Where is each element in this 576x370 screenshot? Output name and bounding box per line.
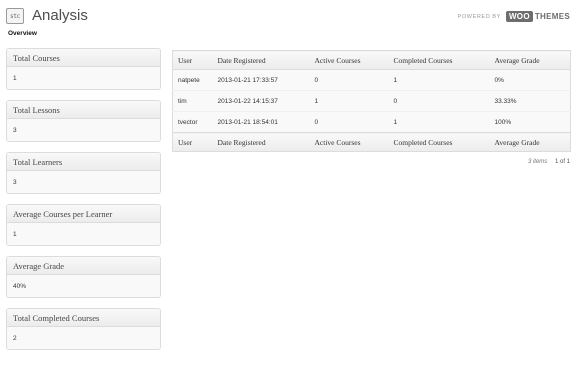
table-row: natpete 2013-01-21 17:33:57 0 1 0%: [172, 69, 571, 91]
column-header-average-grade[interactable]: Average Grade: [489, 50, 571, 70]
stats-column: Total Courses 1 Total Lessons 3 Total Le…: [6, 48, 161, 360]
stat-value: 3: [7, 171, 160, 193]
powered-by-label: POWERED BY: [457, 13, 501, 20]
overview-link[interactable]: Overview: [8, 30, 37, 37]
subnav: Overview: [8, 30, 37, 37]
stat-label: Average Grade: [7, 257, 160, 275]
cell-user[interactable]: natpete: [172, 69, 213, 91]
pagination: 3 items 1 of 1: [528, 159, 570, 165]
column-header-date-registered[interactable]: Date Registered: [212, 50, 310, 70]
column-footer-completed-courses[interactable]: Completed Courses: [388, 132, 490, 152]
cell-date-registered: 2013-01-22 14:15:37: [212, 90, 310, 112]
page-indicator: 1 of 1: [554, 159, 570, 165]
cell-average-grade: 0%: [489, 69, 571, 91]
cell-completed-courses: 1: [388, 69, 490, 91]
stat-value: 2: [7, 327, 160, 349]
stat-box-average-grade: Average Grade 40%: [6, 256, 161, 298]
cell-active-courses: 0: [309, 111, 389, 133]
table-row: tim 2013-01-22 14:15:37 1 0 33.33%: [172, 90, 571, 112]
cell-date-registered: 2013-01-21 18:54:01: [212, 111, 310, 133]
cell-active-courses: 1: [309, 90, 389, 112]
learners-table-container: User Date Registered Active Courses Comp…: [172, 50, 571, 152]
column-header-completed-courses[interactable]: Completed Courses: [388, 50, 490, 70]
learners-table: User Date Registered Active Courses Comp…: [172, 50, 571, 152]
cell-user[interactable]: tim: [172, 90, 213, 112]
stat-value: 1: [7, 223, 160, 245]
woo-logo-badge: WOO: [505, 11, 533, 22]
table-header-row: User Date Registered Active Courses Comp…: [172, 50, 571, 70]
column-footer-active-courses[interactable]: Active Courses: [309, 132, 389, 152]
themes-logo-text: THEMES: [534, 12, 570, 21]
table-footer-row: User Date Registered Active Courses Comp…: [172, 132, 571, 152]
stat-value: 3: [7, 119, 160, 141]
analysis-page-icon: stc: [6, 8, 24, 24]
cell-date-registered: 2013-01-21 17:33:57: [212, 69, 310, 91]
cell-active-courses: 0: [309, 69, 389, 91]
cell-completed-courses: 0: [388, 90, 490, 112]
cell-user[interactable]: tvector: [172, 111, 213, 133]
cell-average-grade: 100%: [489, 111, 571, 133]
stat-label: Total Learners: [7, 153, 160, 171]
table-row: tvector 2013-01-21 18:54:01 0 1 100%: [172, 111, 571, 133]
column-header-user[interactable]: User: [172, 50, 213, 70]
stat-value: 1: [7, 67, 160, 89]
cell-average-grade: 33.33%: [489, 90, 571, 112]
stat-label: Average Courses per Learner: [7, 205, 160, 223]
cell-completed-courses: 1: [388, 111, 490, 133]
column-footer-user[interactable]: User: [172, 132, 213, 152]
stat-label: Total Completed Courses: [7, 309, 160, 327]
stat-box-average-courses-per-learner: Average Courses per Learner 1: [6, 204, 161, 246]
column-footer-date-registered[interactable]: Date Registered: [212, 132, 310, 152]
page-title: Analysis: [32, 6, 88, 24]
stat-box-total-lessons: Total Lessons 3: [6, 100, 161, 142]
woothemes-brand[interactable]: POWERED BY WOO THEMES: [458, 11, 570, 22]
item-count: 3 items: [527, 159, 548, 165]
column-footer-average-grade[interactable]: Average Grade: [489, 132, 571, 152]
stat-label: Total Lessons: [7, 101, 160, 119]
stat-value: 40%: [7, 275, 160, 297]
stat-label: Total Courses: [7, 49, 160, 67]
stat-box-total-learners: Total Learners 3: [6, 152, 161, 194]
column-header-active-courses[interactable]: Active Courses: [309, 50, 389, 70]
page-header: stc Analysis: [6, 4, 88, 26]
stat-box-total-courses: Total Courses 1: [6, 48, 161, 90]
stat-box-total-completed-courses: Total Completed Courses 2: [6, 308, 161, 350]
